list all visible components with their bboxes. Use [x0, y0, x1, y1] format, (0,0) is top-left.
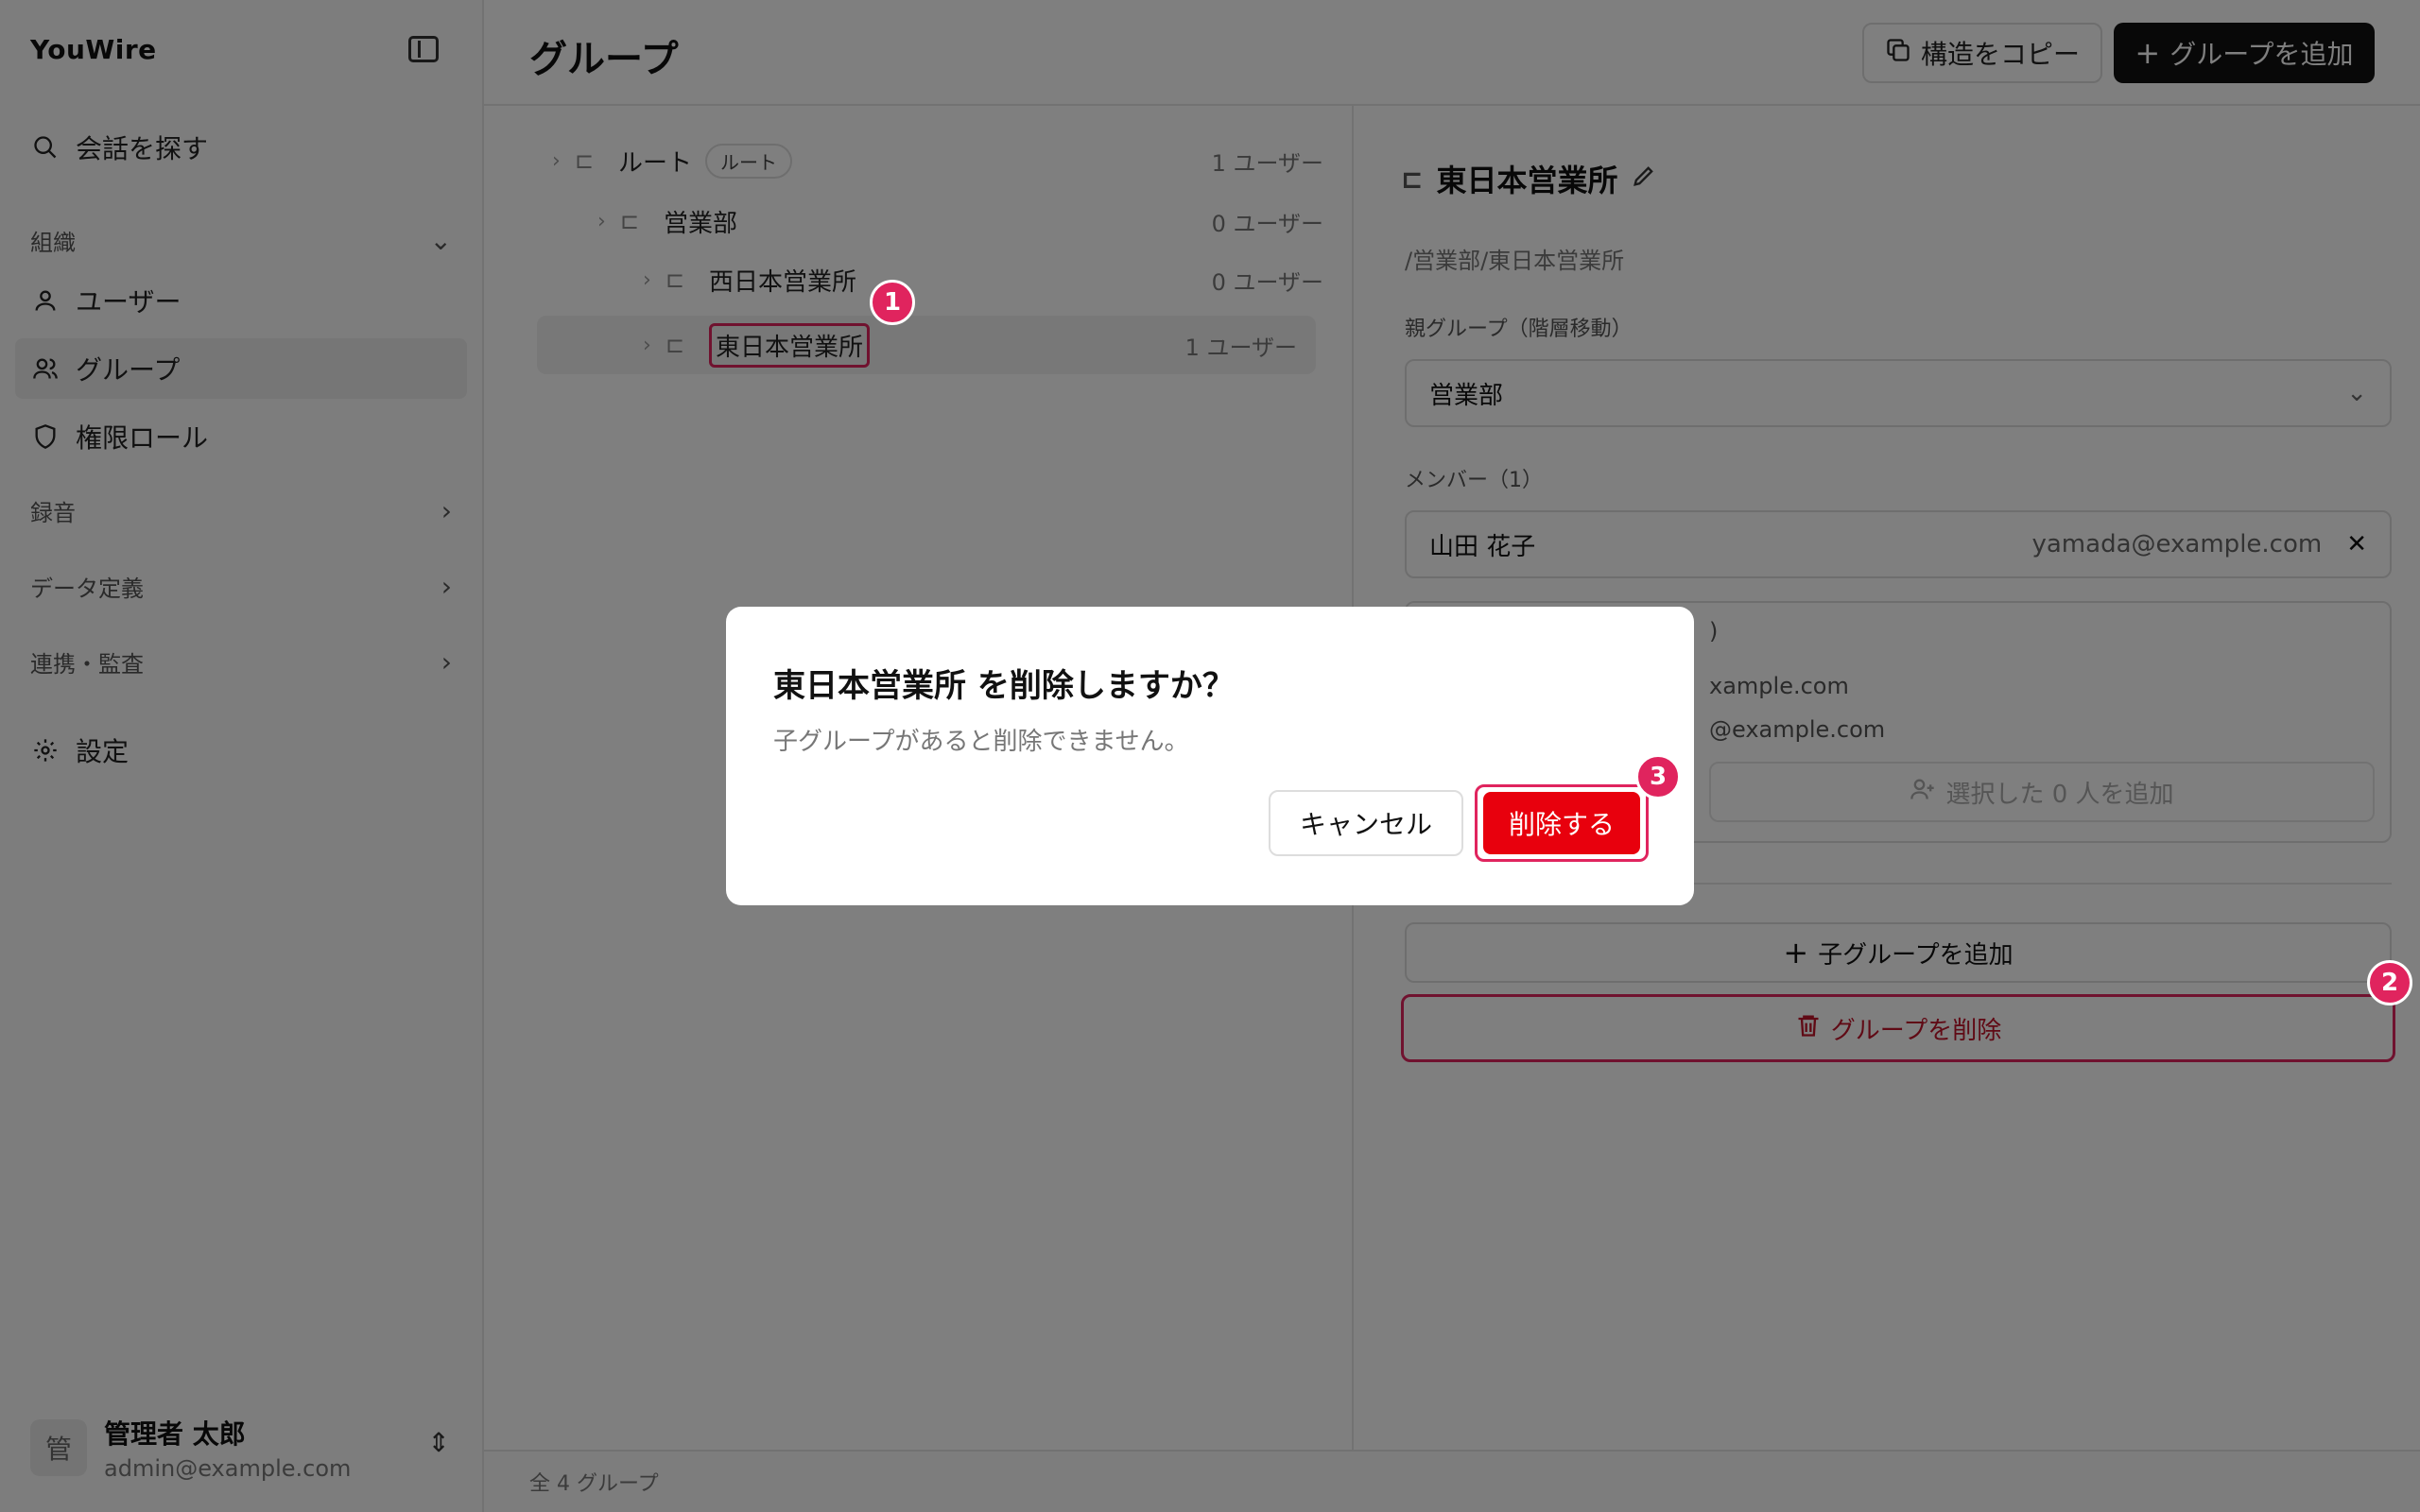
cancel-button[interactable]: キャンセル — [1269, 790, 1463, 856]
delete-confirm-dialog: 東日本営業所 を削除しますか？ 子グループがあると削除できません。 キャンセル … — [726, 607, 1694, 905]
annotation-badge-1: 1 — [870, 280, 915, 325]
annotation-badge-2: 2 — [2367, 960, 2412, 1005]
dialog-message: 子グループがあると削除できません。 — [773, 728, 1189, 756]
dialog-title: 東日本営業所 を削除しますか？ — [773, 667, 1235, 705]
confirm-highlight: 削除する — [1475, 784, 1649, 862]
confirm-delete-button[interactable]: 削除する — [1483, 792, 1640, 854]
annotation-badge-3: 3 — [1635, 754, 1681, 799]
